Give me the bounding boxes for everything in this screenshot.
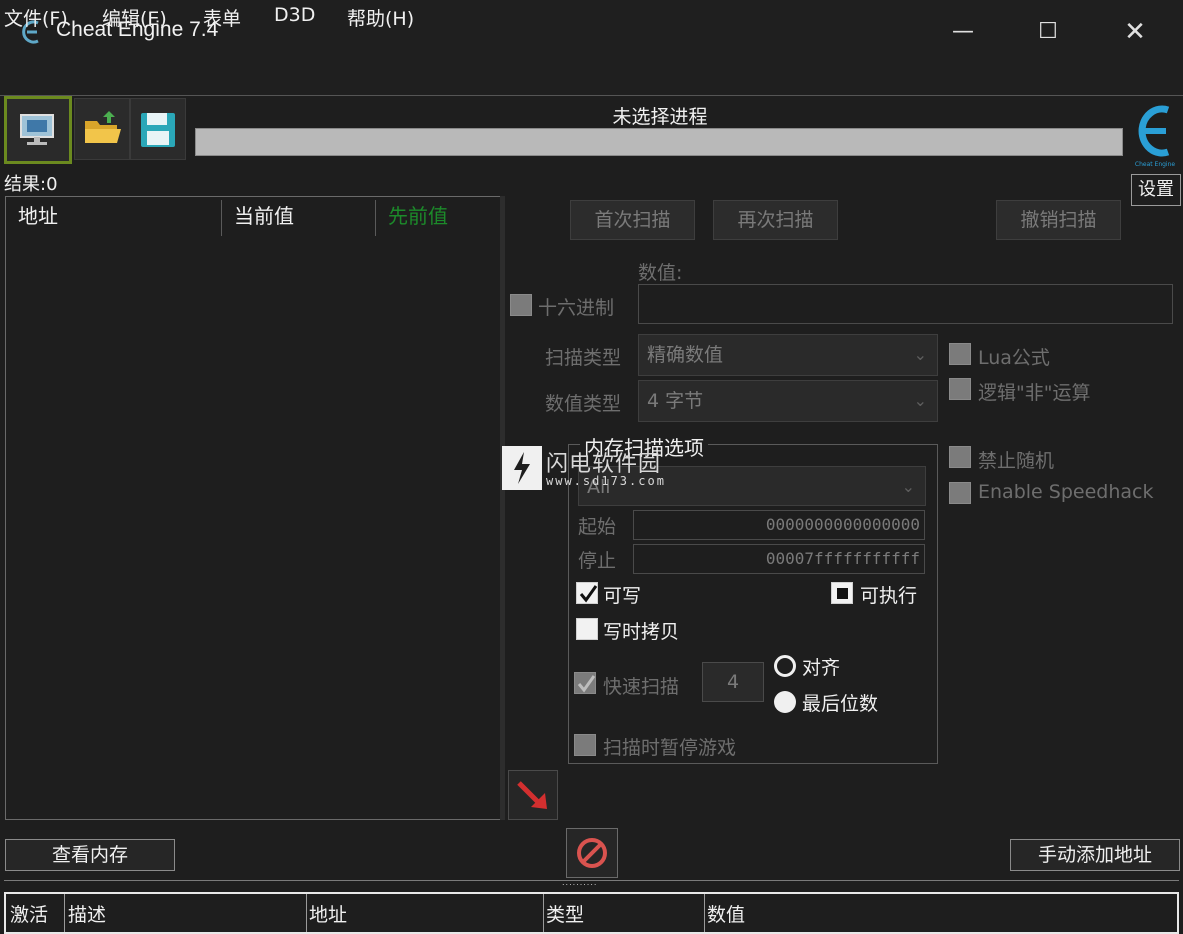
speedhack-label: Enable Speedhack [978,481,1154,503]
column-separator [704,894,705,932]
ct-column-address[interactable]: 地址 [309,900,347,927]
writable-checkbox[interactable] [576,582,598,604]
process-label: 未选择进程 [612,106,708,128]
list-scroll-edge [500,196,505,820]
scan-value-input[interactable] [638,284,1173,324]
fast-scan-label: 快速扫描 [603,676,680,698]
ct-column-description[interactable]: 描述 [68,900,106,927]
value-type-value: 4 字节 [647,390,704,412]
start-address-label: 起始 [578,516,617,538]
start-address-input[interactable]: 0000000000000000 [633,510,925,540]
column-separator [543,894,544,932]
value-type-select[interactable]: 4 字节 ⌄ [638,380,938,422]
found-address-list[interactable] [5,196,505,820]
maximize-button[interactable]: ☐ [1025,12,1071,52]
column-address[interactable]: 地址 [18,200,58,229]
add-address-manually-button[interactable]: 手动添加地址 [1010,839,1180,871]
lua-formula-checkbox[interactable] [949,343,971,365]
logo-caption: Cheat Engine [1135,161,1175,168]
save-disk-icon [141,113,175,147]
ct-column-active[interactable]: 激活 [10,900,48,927]
monitor-icon [20,114,54,145]
view-memory-button[interactable]: 查看内存 [5,839,175,871]
last-digits-label: 最后位数 [802,693,879,715]
indeterminate-square-icon [837,588,848,599]
column-previous-value[interactable]: 先前值 [388,200,448,229]
chevron-down-icon: ⌄ [913,345,927,364]
add-selected-to-table-button[interactable] [508,770,558,820]
scan-type-select[interactable]: 精确数值 ⌄ [638,334,938,376]
menu-table[interactable]: 表单 [203,4,241,31]
last-digits-radio[interactable] [774,691,796,713]
cheat-table-header [4,892,1179,934]
hex-checkbox[interactable] [510,294,532,316]
alignment-label: 对齐 [802,657,841,679]
process-progress-bar [195,128,1123,156]
scan-type-value: 精确数值 [647,344,724,366]
watermark-url: www.sd173.com [546,474,666,488]
lua-formula-label: Lua公式 [978,347,1050,369]
not-operation-checkbox[interactable] [949,378,971,400]
alignment-radio[interactable] [774,655,796,677]
no-random-checkbox[interactable] [949,446,971,468]
clear-list-button[interactable] [566,828,618,878]
ct-column-type[interactable]: 类型 [546,900,584,927]
column-current-value[interactable]: 当前值 [234,200,294,229]
menu-bar [0,62,1183,96]
close-button[interactable]: ✕ [1112,12,1158,52]
folder-open-icon [85,111,121,143]
checkmark-icon [579,585,598,603]
value-type-label: 数值类型 [545,393,622,415]
writable-label: 可写 [603,585,642,607]
chevron-down-icon: ⌄ [901,477,915,496]
pause-game-checkbox[interactable] [574,734,596,756]
next-scan-button[interactable]: 再次扫描 [713,200,838,240]
menu-help[interactable]: 帮助(H) [347,4,414,31]
executable-checkbox[interactable] [831,582,853,604]
hex-label: 十六进制 [538,297,615,319]
column-separator [64,894,65,932]
menu-d3d[interactable]: D3D [274,4,315,26]
value-label: 数值: [638,262,683,284]
splitter-handle[interactable]: .......... [562,879,622,887]
cheat-engine-logo[interactable]: Cheat Engine [1128,100,1182,170]
open-file-button[interactable] [74,98,130,160]
no-random-label: 禁止随机 [978,450,1055,472]
results-count: 结果:0 [4,174,58,195]
column-separator [221,200,222,236]
stop-address-input[interactable]: 00007fffffffffff [633,544,925,574]
fast-scan-checkbox[interactable] [574,672,596,694]
no-entry-icon [577,838,607,868]
copy-on-write-label: 写时拷贝 [603,621,680,643]
copy-on-write-checkbox[interactable] [576,618,598,640]
chevron-down-icon: ⌄ [913,391,927,410]
minimize-button[interactable]: — [940,12,986,52]
first-scan-button[interactable]: 首次扫描 [570,200,695,240]
stop-address-label: 停止 [578,550,617,572]
speedhack-checkbox[interactable] [949,482,971,504]
not-operation-label: 逻辑"非"运算 [978,382,1091,404]
watermark-logo-icon [502,446,542,490]
save-file-button[interactable] [130,98,186,160]
scan-type-label: 扫描类型 [545,347,622,369]
menu-file[interactable]: 文件(F) [4,4,68,31]
pause-game-label: 扫描时暂停游戏 [603,737,737,759]
column-separator [375,200,376,236]
executable-label: 可执行 [860,585,918,607]
column-separator [306,894,307,932]
checkmark-icon [577,675,596,693]
fast-scan-value-input[interactable]: 4 [702,662,764,702]
menu-edit[interactable]: 编辑(E) [102,4,167,31]
red-arrow-icon [517,781,547,809]
cheat-engine-logo-icon: Cheat Engine [1135,105,1175,168]
settings-button[interactable]: 设置 [1131,174,1181,206]
undo-scan-button[interactable]: 撤销扫描 [996,200,1121,240]
ct-column-value[interactable]: 数值 [707,900,745,927]
select-process-button[interactable] [4,96,72,164]
